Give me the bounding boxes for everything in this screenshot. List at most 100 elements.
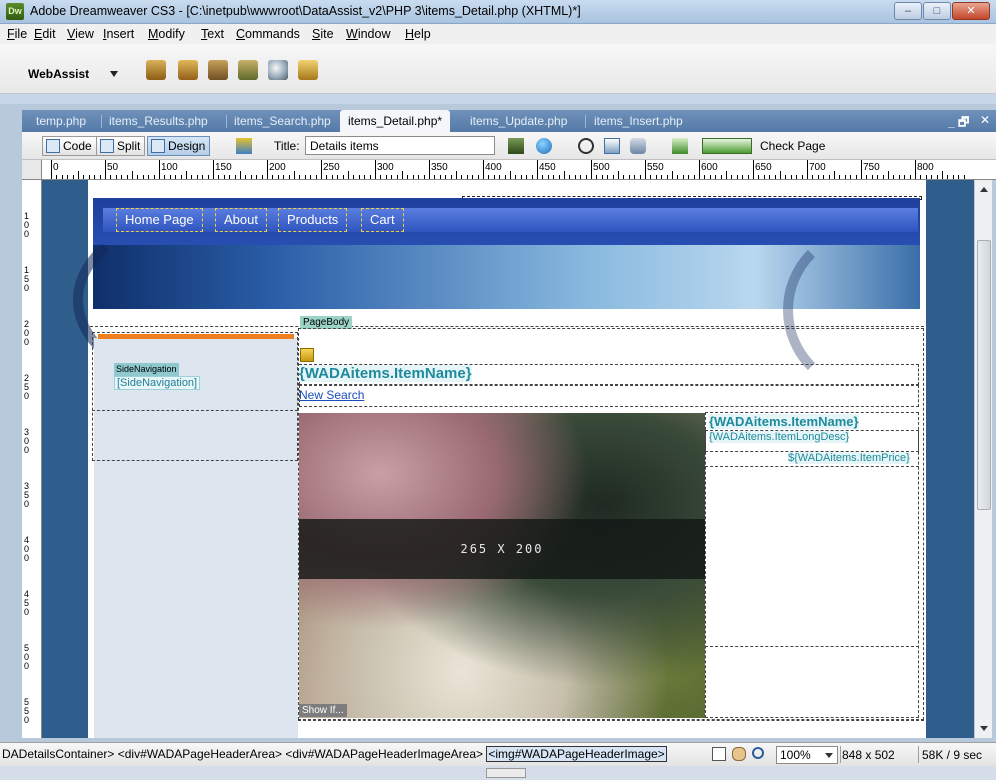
- webassist-menu[interactable]: WebAssist: [28, 67, 89, 81]
- tab-separator: [226, 115, 227, 128]
- tag-path[interactable]: DADetailsContainer> <div#WADAPageHeaderA…: [2, 747, 486, 761]
- item-name-field[interactable]: {WADAitems.ItemName}: [299, 365, 472, 382]
- ruler-minor-tick: [909, 175, 911, 179]
- code-view-button[interactable]: Code: [42, 136, 97, 156]
- tab-items-results[interactable]: items_Results.php: [109, 114, 208, 128]
- tag-selector[interactable]: DADetailsContainer> <div#WADAPageHeaderA…: [2, 746, 667, 762]
- ruler-minor-tick: [726, 171, 727, 179]
- preview-browser-icon[interactable]: [536, 138, 552, 154]
- doc-close-button[interactable]: ✕: [980, 113, 990, 127]
- ruler-origin[interactable]: [22, 160, 42, 179]
- window-size-menu[interactable]: 848 x 502: [842, 748, 895, 762]
- live-data-icon[interactable]: [236, 138, 252, 154]
- chevron-down-icon[interactable]: [825, 753, 833, 758]
- ruler-minor-tick: [920, 175, 922, 179]
- menu-text[interactable]: Text: [201, 27, 224, 41]
- nav-products[interactable]: Products: [278, 208, 348, 232]
- ruler-minor-tick: [736, 175, 738, 179]
- tab-items-insert[interactable]: items_Insert.php: [594, 114, 683, 128]
- ruler-minor-tick: [871, 175, 873, 179]
- dreamweaver-app-icon[interactable]: Dw: [6, 3, 24, 20]
- ruler-minor-tick: [234, 175, 236, 179]
- maximize-button[interactable]: □: [923, 2, 951, 20]
- item-image[interactable]: 265 X 200: [299, 413, 705, 718]
- menu-commands[interactable]: Commands: [236, 27, 300, 41]
- menu-modify[interactable]: Modify: [148, 27, 185, 41]
- menu-insert[interactable]: Insert: [103, 27, 134, 41]
- scroll-down-icon[interactable]: [980, 726, 988, 731]
- chevron-down-icon[interactable]: [110, 71, 118, 77]
- vertical-scrollbar[interactable]: [974, 180, 992, 738]
- view-options-icon[interactable]: [604, 138, 620, 154]
- sidenav-tag[interactable]: SideNavigation: [114, 363, 179, 376]
- ruler-minor-tick: [331, 175, 333, 179]
- scrollbar-thumb[interactable]: [977, 240, 991, 510]
- ruler-minor-tick: [942, 171, 943, 179]
- zoom-tool-icon[interactable]: [752, 747, 764, 759]
- ruler-minor-tick: [607, 175, 609, 179]
- tab-items-update[interactable]: items_Update.php: [470, 114, 567, 128]
- detail-long-desc[interactable]: {WADAitems.ItemLongDesc}: [709, 431, 850, 443]
- tab-temp[interactable]: temp.php: [36, 114, 86, 128]
- ruler-minor-tick: [801, 175, 803, 179]
- check-page-button[interactable]: Check Page: [760, 139, 825, 153]
- ruler-minor-tick: [423, 175, 425, 179]
- zoom-value: 100%: [780, 748, 811, 762]
- menu-window[interactable]: Window: [346, 27, 390, 41]
- edit-form-icon[interactable]: [298, 60, 318, 80]
- header-image[interactable]: [73, 215, 920, 395]
- hand-tool-icon[interactable]: [732, 747, 746, 761]
- design-view-button[interactable]: Design: [147, 136, 211, 156]
- visual-aids-icon[interactable]: [630, 138, 646, 154]
- scroll-up-icon[interactable]: [980, 187, 988, 192]
- zoom-select[interactable]: 100%: [776, 746, 838, 764]
- ruler-minor-tick: [682, 175, 684, 179]
- ruler-minor-tick: [785, 175, 787, 179]
- ruler-minor-tick: [639, 175, 641, 179]
- doc-restore-button[interactable]: _ 🗗: [948, 113, 969, 134]
- ruler-tick-label: 300: [377, 162, 394, 173]
- ruler-minor-tick: [963, 175, 965, 179]
- page-content[interactable]: Home Page About Products Cart SideNaviga…: [73, 180, 926, 738]
- ruler-tick-label: 5 0 0: [24, 643, 30, 671]
- design-canvas[interactable]: Home Page About Products Cart SideNaviga…: [42, 180, 974, 738]
- ruler-minor-tick: [931, 175, 933, 179]
- refresh-icon[interactable]: [578, 138, 594, 154]
- validate-markup-icon[interactable]: [672, 138, 688, 154]
- tab-separator: [101, 115, 102, 128]
- ruler-tick: [429, 160, 430, 179]
- recordset-icon[interactable]: [178, 60, 198, 80]
- detail-item-name[interactable]: {WADAitems.ItemName}: [709, 414, 859, 429]
- ruler-minor-tick: [461, 175, 463, 179]
- file-management-icon[interactable]: [508, 138, 524, 154]
- data-assist-icon[interactable]: [238, 60, 258, 80]
- menu-view[interactable]: View: [67, 27, 94, 41]
- minimize-button[interactable]: –: [894, 2, 922, 20]
- expand-panel-button[interactable]: [486, 768, 526, 778]
- split-view-button[interactable]: Split: [96, 136, 146, 156]
- menu-edit[interactable]: Edit: [34, 27, 56, 41]
- detail-price[interactable]: ${WADAitems.ItemPrice}: [788, 452, 910, 464]
- nav-cart[interactable]: Cart: [361, 208, 404, 232]
- ruler-minor-tick: [817, 175, 819, 179]
- database-icon[interactable]: [146, 60, 166, 80]
- tab-items-detail[interactable]: items_Detail.php*: [340, 110, 451, 132]
- check-page-icon[interactable]: [702, 138, 752, 154]
- ruler-tick: [753, 160, 754, 179]
- tab-items-search[interactable]: items_Search.php: [234, 114, 331, 128]
- show-if-tag[interactable]: Show If...: [299, 704, 347, 717]
- selected-tag[interactable]: <img#WADAPageHeaderImage>: [486, 746, 667, 762]
- menu-site[interactable]: Site: [312, 27, 334, 41]
- close-button[interactable]: ✕: [952, 2, 990, 20]
- menu-help[interactable]: Help: [405, 27, 431, 41]
- search-icon[interactable]: [268, 60, 288, 80]
- menu-file[interactable]: File: [7, 27, 27, 41]
- ruler-tick-label: 400: [485, 162, 502, 173]
- pointer-tool-icon[interactable]: [712, 747, 726, 761]
- ruler-tick: [915, 160, 916, 179]
- ruler-minor-tick: [153, 175, 155, 179]
- data-bridge-icon[interactable]: [208, 60, 228, 80]
- page-title-input[interactable]: [305, 136, 495, 155]
- ruler-minor-tick: [601, 175, 603, 179]
- design-label: Design: [168, 139, 206, 153]
